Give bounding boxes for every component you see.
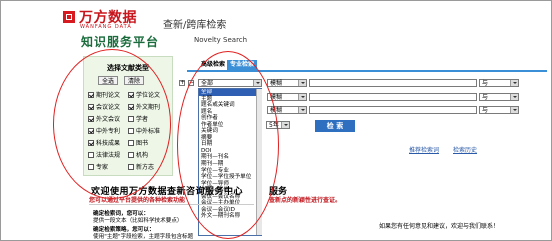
- help-text-terms: 提供一段文本（比如科学技术要点）: [93, 218, 183, 224]
- chevron-down-icon: [510, 94, 518, 100]
- chevron-down-icon: [298, 107, 306, 113]
- chevron-down-icon: [510, 80, 518, 86]
- annotation-ellipse-left: [53, 49, 171, 199]
- help-text-strategy: 使用"主题"字段检索，主题字段包含标题: [93, 234, 194, 240]
- logic-select-3[interactable]: 与: [479, 106, 519, 114]
- recommend-terms-link[interactable]: 推荐检索词: [409, 145, 439, 154]
- logic-select-value: 与: [482, 107, 489, 114]
- logic-select[interactable]: 与: [479, 79, 519, 87]
- welcome-notice-tail: 查新点的新颖性进行查证。: [269, 197, 342, 204]
- logic-select-value: 与: [482, 94, 489, 101]
- search-term-input-3[interactable]: [309, 106, 477, 114]
- page-title: 查新/跨库检索: [163, 20, 227, 31]
- wanfang-logo-icon: [63, 11, 75, 23]
- search-term-input-2[interactable]: [309, 93, 477, 101]
- chevron-down-icon: [281, 122, 289, 128]
- search-history-link[interactable]: 检索历史: [453, 145, 477, 154]
- chevron-down-icon: [510, 107, 518, 113]
- feedback-text: 如果您有任何意见和建议，欢迎与我们联系！: [379, 223, 500, 230]
- platform-subtitle: Novelty Search: [194, 36, 248, 44]
- search-button[interactable]: 检 索: [315, 120, 355, 132]
- match-select-value: 模糊: [270, 80, 283, 87]
- annotation-ellipse-dropdown: [177, 51, 279, 239]
- search-term-input[interactable]: [309, 79, 477, 87]
- platform-title: 知识服务平台: [81, 35, 160, 49]
- logic-select-2[interactable]: 与: [479, 93, 519, 101]
- logic-select-value: 与: [482, 80, 489, 87]
- page: 万方数据 WANFANG DATA 查新/跨库检索 知识服务平台 Novelty…: [0, 0, 552, 241]
- match-select[interactable]: 模糊: [267, 79, 307, 87]
- chevron-down-icon: [298, 80, 306, 86]
- brand-name-en: WANFANG DATA: [80, 24, 132, 30]
- chevron-down-icon: [298, 94, 306, 100]
- add-row-icon[interactable]: +: [179, 80, 185, 86]
